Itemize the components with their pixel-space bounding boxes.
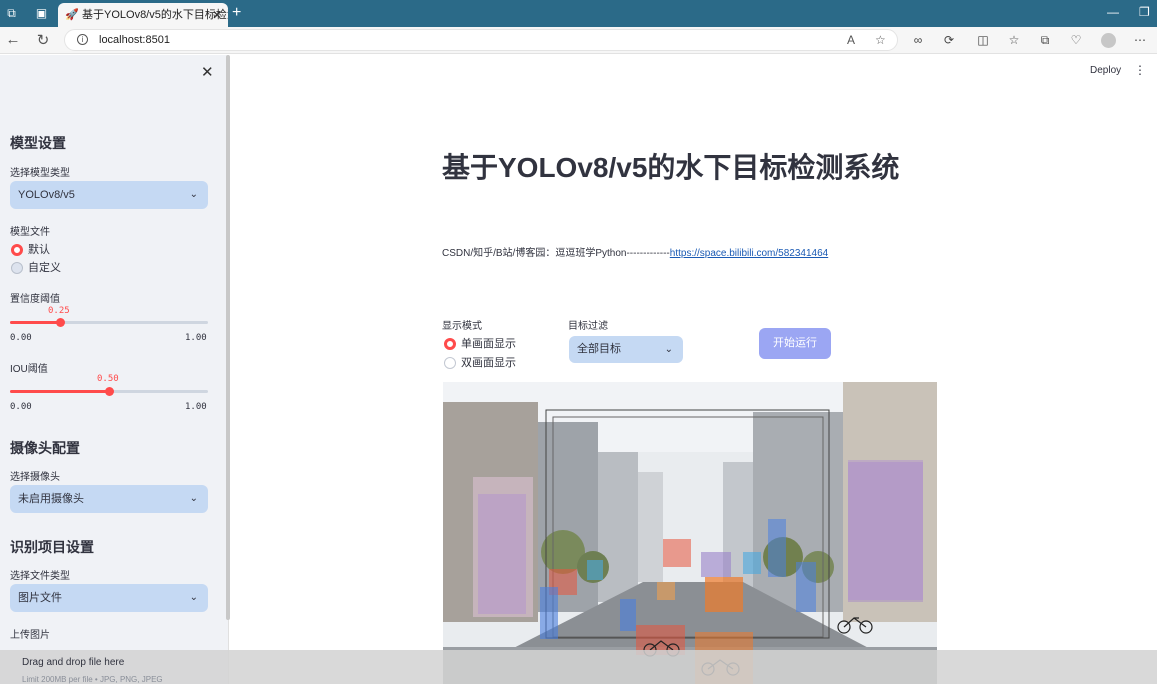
confidence-min: 0.00 <box>10 333 32 343</box>
tab-title: 基于YOLOv8/v5的水下目标检测 <box>82 9 228 21</box>
model-file-default-radio[interactable]: 默认 <box>11 243 50 257</box>
restore-icon[interactable]: ❐ <box>1139 5 1150 19</box>
favorites-icon[interactable]: ☆ <box>1006 33 1022 47</box>
camera-value: 未启用摄像头 <box>18 493 84 505</box>
collections-icon[interactable]: ⧉ <box>1037 33 1053 48</box>
browser-essentials-icon[interactable]: ♡ <box>1068 33 1084 47</box>
slider-fill <box>10 390 109 393</box>
camera-select[interactable]: 未启用摄像头 ⌄ <box>10 485 208 513</box>
tab-actions-icon[interactable]: ▣ <box>35 7 48 20</box>
radio-label: 双画面显示 <box>461 357 516 369</box>
slider-fill <box>10 321 60 324</box>
radio-unselected-icon <box>11 262 23 274</box>
page-title: 基于YOLOv8/v5的水下目标检测系统 <box>442 152 900 183</box>
upload-label: 上传图片 <box>10 630 50 641</box>
sidebar: ✕ 模型设置 选择模型类型 YOLOv8/v5 ⌄ 模型文件 默认 自定义 置信… <box>0 55 229 684</box>
slider-thumb[interactable] <box>105 387 114 396</box>
bilibili-link[interactable]: https://space.bilibili.com/582341464 <box>670 248 828 259</box>
target-filter-label: 目标过滤 <box>568 321 608 332</box>
model-type-label: 选择模型类型 <box>10 168 70 179</box>
credits-text: CSDN/知乎/B站/博客园：逗逗班学Python------------- <box>442 248 670 259</box>
confidence-max: 1.00 <box>185 333 207 343</box>
new-tab-icon[interactable]: + <box>232 4 241 22</box>
close-sidebar-icon[interactable]: ✕ <box>201 63 214 81</box>
single-view-radio[interactable]: 单画面显示 <box>444 337 516 351</box>
project-settings-heading: 识别项目设置 <box>10 539 94 555</box>
dropzone-limit: Limit 200MB per file • JPG, PNG, JPEG <box>22 675 163 684</box>
profile-avatar[interactable] <box>1101 33 1116 48</box>
detection-result-image <box>443 382 937 684</box>
main-menu-icon[interactable]: ⋮ <box>1134 63 1146 77</box>
browser-title-bar: ⧉ ▣ 🚀 基于YOLOv8/v5的水下目标检测 ✕ + — ❐ <box>0 0 1157 27</box>
run-button[interactable]: 开始运行 <box>759 328 831 359</box>
radio-label: 默认 <box>28 244 50 256</box>
camera-label: 选择摄像头 <box>10 472 60 483</box>
main-content: Deploy ⋮ 基于YOLOv8/v5的水下目标检测系统 CSDN/知乎/B站… <box>230 55 1157 684</box>
infinity-icon[interactable]: ∞ <box>910 33 926 47</box>
rocket-icon: 🚀 <box>65 9 79 21</box>
street-scene-illustration <box>443 382 937 684</box>
read-aloud-icon[interactable]: A <box>847 30 855 50</box>
dual-view-radio[interactable]: 双画面显示 <box>444 356 516 370</box>
url-field[interactable]: i localhost:8501 A ☆ <box>64 29 898 51</box>
browser-tab[interactable]: 🚀 基于YOLOv8/v5的水下目标检测 ✕ <box>58 3 228 27</box>
back-icon[interactable]: ← <box>3 31 23 48</box>
file-type-value: 图片文件 <box>18 592 62 604</box>
slider-thumb[interactable] <box>56 318 65 327</box>
favorite-star-icon[interactable]: ☆ <box>875 30 886 50</box>
confidence-value: 0.25 <box>48 306 70 316</box>
confidence-label: 置信度阈值 <box>10 294 60 305</box>
model-type-select[interactable]: YOLOv8/v5 ⌄ <box>10 181 208 209</box>
model-file-custom-radio[interactable]: 自定义 <box>11 261 61 275</box>
confidence-slider[interactable] <box>10 318 208 327</box>
display-mode-label: 显示模式 <box>442 321 482 332</box>
iou-min: 0.00 <box>10 402 32 412</box>
chevron-down-icon: ⌄ <box>189 493 198 504</box>
info-icon[interactable]: i <box>77 34 88 45</box>
radio-selected-icon <box>11 244 23 256</box>
iou-max: 1.00 <box>185 402 207 412</box>
target-filter-value: 全部目标 <box>577 343 621 355</box>
iou-label: IOU阈值 <box>10 364 48 375</box>
dropzone-text[interactable]: Drag and drop file here <box>22 657 124 668</box>
tab-close-icon[interactable]: ✕ <box>212 3 222 27</box>
model-file-label: 模型文件 <box>10 227 50 238</box>
radio-selected-icon <box>444 338 456 350</box>
minimize-icon[interactable]: — <box>1107 5 1119 19</box>
chevron-down-icon: ⌄ <box>189 189 198 200</box>
model-settings-heading: 模型设置 <box>10 135 66 151</box>
radio-unselected-icon <box>444 357 456 369</box>
chevron-down-icon: ⌄ <box>189 592 198 603</box>
deploy-button[interactable]: Deploy <box>1090 65 1121 76</box>
url-text: localhost:8501 <box>99 34 170 46</box>
file-type-select[interactable]: 图片文件 ⌄ <box>10 584 208 612</box>
credits-line: CSDN/知乎/B站/博客园：逗逗班学Python-------------ht… <box>442 244 828 259</box>
iou-slider[interactable] <box>10 387 208 396</box>
more-menu-icon[interactable]: ⋯ <box>1132 33 1148 47</box>
extensions-icon[interactable]: ⟳ <box>941 33 957 47</box>
target-filter-select[interactable]: 全部目标 ⌄ <box>569 336 683 363</box>
refresh-icon[interactable]: ↻ <box>33 31 53 49</box>
iou-value: 0.50 <box>97 374 119 384</box>
workspaces-icon[interactable]: ⧉ <box>5 7 18 20</box>
split-screen-icon[interactable]: ◫ <box>975 33 991 47</box>
radio-label: 自定义 <box>28 262 61 274</box>
model-type-value: YOLOv8/v5 <box>18 189 75 201</box>
file-uploader-bar[interactable] <box>0 650 1157 684</box>
camera-settings-heading: 摄像头配置 <box>10 440 80 456</box>
file-type-label: 选择文件类型 <box>10 571 70 582</box>
radio-label: 单画面显示 <box>461 338 516 350</box>
chevron-down-icon: ⌄ <box>664 344 673 355</box>
address-toolbar: ← ↻ i localhost:8501 A ☆ ∞ ⟳ ◫ ☆ ⧉ ♡ ⋯ <box>0 27 1157 54</box>
